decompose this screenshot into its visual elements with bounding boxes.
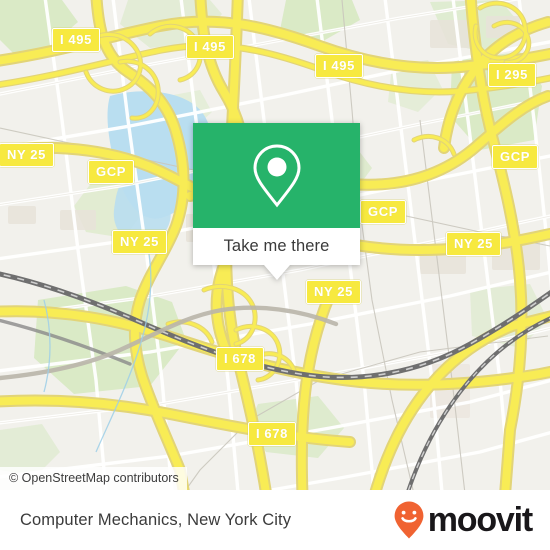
callout-pin-area <box>193 123 360 228</box>
moovit-logo[interactable]: moovit <box>393 500 533 540</box>
take-me-there-label: Take me there <box>223 237 330 255</box>
location-pin-icon <box>252 143 301 207</box>
road-shield: NY 25 <box>446 232 501 256</box>
road-shield: I 295 <box>488 63 536 87</box>
location-callout-card[interactable]: Take me there <box>193 123 360 280</box>
road-shield: I 495 <box>52 28 100 52</box>
footer-bar: Computer Mechanics, New York City moovit <box>0 490 550 550</box>
road-shield: I 678 <box>248 422 296 446</box>
callout-action-area[interactable]: Take me there <box>193 228 360 280</box>
road-shield: NY 25 <box>0 143 54 167</box>
road-shield: GCP <box>88 160 134 184</box>
road-shield: I 678 <box>216 347 264 371</box>
road-shield: GCP <box>492 145 538 169</box>
moovit-wordmark: moovit <box>427 501 533 539</box>
road-shield: I 495 <box>315 54 363 78</box>
road-shield: NY 25 <box>306 280 361 304</box>
road-shield: NY 25 <box>112 230 167 254</box>
callout-tail-pointer <box>263 265 290 280</box>
road-shield: GCP <box>360 200 406 224</box>
moovit-smiley-pin-icon <box>394 501 424 539</box>
map-attribution[interactable]: © OpenStreetMap contributors <box>0 467 187 490</box>
road-shield: I 495 <box>186 35 234 59</box>
moovit-map-screenshot: I 495 I 495 I 495 I 295 NY 25 GCP GCP GC… <box>0 0 550 550</box>
place-title: Computer Mechanics, New York City <box>20 510 292 529</box>
